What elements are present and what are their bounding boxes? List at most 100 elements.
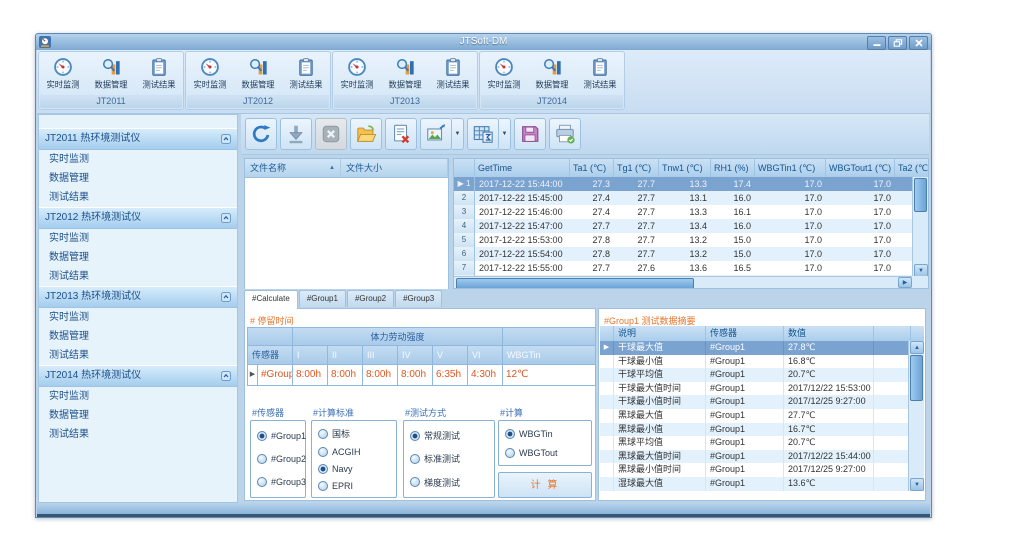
sidebar-section-header-1[interactable]: JT2011 热环境测试仪 xyxy=(39,128,237,150)
download-button[interactable] xyxy=(280,118,312,150)
minimize-button[interactable] xyxy=(867,36,886,50)
tab-group2[interactable]: #Group2 xyxy=(347,290,394,307)
radio-option-acgih[interactable]: ACGIH xyxy=(318,447,390,457)
remove-file-button[interactable] xyxy=(385,118,417,150)
radio-option-epri[interactable]: EPRI xyxy=(318,481,390,491)
radio-option-梯度测试[interactable]: 梯度测试 xyxy=(410,476,488,489)
ribbon-jt2011-button-3[interactable]: 测试结果 xyxy=(135,52,183,96)
sidebar-item-1-1[interactable]: 实时监测 xyxy=(39,150,237,169)
radio-option-group1[interactable]: #Group1 xyxy=(257,431,299,441)
print-button[interactable] xyxy=(549,118,581,150)
summary-row-4[interactable]: 干球最大值时间#Group12017/12/22 15:53:00 xyxy=(600,382,924,396)
restore-button[interactable] xyxy=(888,36,907,50)
grid-column-header-4[interactable]: Tnw1 (℃) xyxy=(659,159,711,177)
grid-horizontal-scrollbar[interactable]: ▶ xyxy=(454,276,912,288)
chevron-down-icon[interactable]: ▼ xyxy=(452,118,464,150)
radio-option-group3[interactable]: #Group3 xyxy=(257,477,299,487)
save-button[interactable] xyxy=(514,118,546,150)
summary-column-header-1[interactable]: 说明 xyxy=(614,326,706,341)
grid-scroll-right-button[interactable]: ▶ xyxy=(898,277,912,288)
titlebar[interactable]: JTSoft-DM xyxy=(36,34,931,50)
ribbon-jt2012-button-3[interactable]: 测试结果 xyxy=(282,52,330,96)
ribbon-jt2014-button-2[interactable]: 数据管理 xyxy=(528,52,576,96)
summary-row-6[interactable]: 黑球最大值#Group127.7℃ xyxy=(600,409,924,423)
collapse-icon[interactable] xyxy=(221,371,231,381)
grid-column-header-5[interactable]: RH1 (%) xyxy=(711,159,755,177)
ribbon-jt2014-button-1[interactable]: 实时监测 xyxy=(480,52,528,96)
summary-vscroll-thumb[interactable] xyxy=(910,355,923,401)
export-image-button[interactable] xyxy=(420,118,452,150)
grid-row-7[interactable]: 72017-12-22 15:55:0027.727.613.616.517.0… xyxy=(454,261,928,275)
radio-option-navy[interactable]: Navy xyxy=(318,464,390,474)
grid-row-1[interactable]: ▶ 12017-12-22 15:44:0027.327.713.317.417… xyxy=(454,177,928,191)
sidebar-section-header-2[interactable]: JT2012 热环境测试仪 xyxy=(39,207,237,229)
close-button[interactable] xyxy=(909,36,928,50)
collapse-icon[interactable] xyxy=(221,292,231,302)
ribbon-jt2014-button-3[interactable]: 测试结果 xyxy=(576,52,624,96)
grid-column-header-7[interactable]: WBGTout1 (℃) xyxy=(826,159,895,177)
sidebar-item-4-2[interactable]: 数据管理 xyxy=(39,406,237,425)
grid-column-header-3[interactable]: Tg1 (℃) xyxy=(614,159,659,177)
ribbon-jt2013-button-2[interactable]: 数据管理 xyxy=(381,52,429,96)
calculate-button[interactable]: 计 算 xyxy=(498,472,592,498)
sidebar-item-4-3[interactable]: 测试结果 xyxy=(39,425,237,444)
sidebar-item-3-3[interactable]: 测试结果 xyxy=(39,346,237,365)
sidebar-item-2-1[interactable]: 实时监测 xyxy=(39,229,237,248)
ribbon-jt2011-button-1[interactable]: 实时监测 xyxy=(39,52,87,96)
sidebar-section-header-4[interactable]: JT2014 热环境测试仪 xyxy=(39,365,237,387)
summary-row-9[interactable]: 黑球最大值时间#Group12017/12/22 15:44:00 xyxy=(600,450,924,464)
file-name-column-header[interactable]: 文件名称 ▲ xyxy=(245,159,341,177)
summary-row-2[interactable]: 干球最小值#Group116.8℃ xyxy=(600,355,924,369)
grid-row-3[interactable]: 32017-12-22 15:46:0027.427.713.316.117.0… xyxy=(454,205,928,219)
sidebar-item-2-2[interactable]: 数据管理 xyxy=(39,248,237,267)
summary-row-10[interactable]: 黑球最小值时间#Group12017/12/25 9:27:00 xyxy=(600,463,924,477)
sidebar-item-2-3[interactable]: 测试结果 xyxy=(39,267,237,286)
radio-option-wbgtin[interactable]: WBGTin xyxy=(505,429,585,439)
chevron-down-icon[interactable]: ▼ xyxy=(499,118,511,150)
radio-option-wbgtout[interactable]: WBGTout xyxy=(505,448,585,458)
sidebar-item-1-2[interactable]: 数据管理 xyxy=(39,169,237,188)
summary-scroll-down-button[interactable]: ▼ xyxy=(910,478,924,491)
tab-calculate[interactable]: #Calculate xyxy=(244,290,298,309)
summary-row-1[interactable]: ▶干球最大值#Group127.8℃ xyxy=(600,341,924,355)
summary-row-5[interactable]: 干球最小值时间#Group12017/12/25 9:27:00 xyxy=(600,395,924,409)
summary-vertical-scrollbar[interactable]: ▲ ▼ xyxy=(908,341,924,491)
export-table-button[interactable] xyxy=(467,118,499,150)
delete-button[interactable] xyxy=(315,118,347,150)
grid-column-header-6[interactable]: WBGTin1 (℃) xyxy=(755,159,826,177)
sidebar-section-header-3[interactable]: JT2013 热环境测试仪 xyxy=(39,286,237,308)
file-list-body[interactable] xyxy=(245,178,448,289)
summary-row-3[interactable]: 干球平均值#Group120.7℃ xyxy=(600,368,924,382)
sidebar-item-4-1[interactable]: 实时监测 xyxy=(39,387,237,406)
sidebar-item-1-3[interactable]: 测试结果 xyxy=(39,188,237,207)
tab-group3[interactable]: #Group3 xyxy=(395,290,442,307)
grid-column-header-8[interactable]: Ta2 (℃ xyxy=(895,159,929,177)
collapse-icon[interactable] xyxy=(221,213,231,223)
radio-option-国标[interactable]: 国标 xyxy=(318,427,390,440)
summary-scroll-up-button[interactable]: ▲ xyxy=(910,341,924,354)
summary-row-7[interactable]: 黑球最小值#Group116.7℃ xyxy=(600,423,924,437)
radio-option-标准测试[interactable]: 标准测试 xyxy=(410,452,488,465)
grid-vertical-scrollbar[interactable]: ▼ xyxy=(912,177,928,278)
ribbon-jt2013-button-3[interactable]: 测试结果 xyxy=(429,52,477,96)
grid-row-2[interactable]: 22017-12-22 15:45:0027.427.713.116.017.0… xyxy=(454,191,928,205)
ribbon-jt2011-button-2[interactable]: 数据管理 xyxy=(87,52,135,96)
summary-row-11[interactable]: 湿球最大值#Group113.6℃ xyxy=(600,477,924,491)
collapse-icon[interactable] xyxy=(221,134,231,144)
file-size-column-header[interactable]: 文件大小 xyxy=(341,159,448,177)
grid-hscroll-thumb[interactable] xyxy=(456,278,694,289)
grid-row-6[interactable]: 62017-12-22 15:54:0027.827.713.215.017.0… xyxy=(454,247,928,261)
tab-group1[interactable]: #Group1 xyxy=(299,290,346,307)
ribbon-jt2012-button-2[interactable]: 数据管理 xyxy=(234,52,282,96)
grid-row-4[interactable]: 42017-12-22 15:47:0027.727.713.416.017.0… xyxy=(454,219,928,233)
refresh-button[interactable] xyxy=(245,118,277,150)
grid-column-header-1[interactable]: GetTime xyxy=(475,159,570,177)
grid-row-5[interactable]: 52017-12-22 15:53:0027.827.713.215.017.0… xyxy=(454,233,928,247)
summary-row-8[interactable]: 黑球平均值#Group120.7℃ xyxy=(600,436,924,450)
radio-option-常规测试[interactable]: 常规测试 xyxy=(410,429,488,442)
sidebar-item-3-2[interactable]: 数据管理 xyxy=(39,327,237,346)
sidebar-item-3-1[interactable]: 实时监测 xyxy=(39,308,237,327)
summary-column-header-2[interactable]: 传感器 xyxy=(706,326,784,341)
grid-column-header-2[interactable]: Ta1 (℃) xyxy=(570,159,614,177)
summary-column-header-3[interactable]: 数值 xyxy=(784,326,874,341)
